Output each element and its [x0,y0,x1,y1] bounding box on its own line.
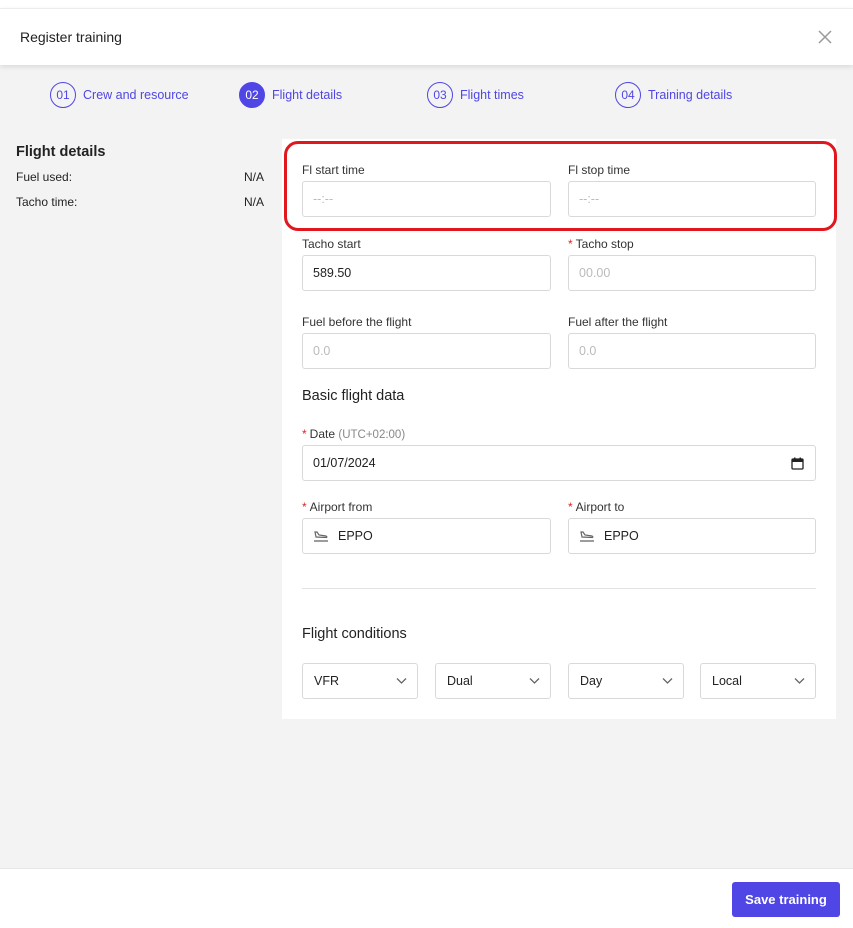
calendar-icon[interactable] [791,457,804,470]
top-strip [0,0,853,8]
step-flight-times[interactable]: 03 Flight times [427,82,524,108]
airport-to-input[interactable]: EPPO [568,518,816,554]
pilot-role-select-value: Dual [447,674,473,688]
flight-conditions-title: Flight conditions [302,626,407,642]
fuel-after-placeholder: 0.0 [579,344,597,358]
fl-start-time-input[interactable]: --:-- [302,181,551,217]
stepper: 01 Crew and resource 02 Flight details 0… [0,80,853,110]
step-number: 02 [239,82,265,108]
step-flight-details[interactable]: 02 Flight details [239,82,342,108]
step-label: Training details [648,88,733,102]
tacho-stop-placeholder: 00.00 [579,266,611,280]
date-label-text: Date [309,427,336,441]
flight-type-select-value: Local [712,674,742,688]
date-value: 01/07/2024 [313,456,376,470]
step-label: Flight times [460,88,524,102]
tacho-start-value: 589.50 [313,266,352,280]
fl-start-placeholder: --:-- [313,192,334,206]
modal-title: Register training [20,29,122,45]
airport-from-label: * Airport from [302,500,372,514]
airport-from-label-text: Airport from [309,500,373,514]
divider [302,588,816,589]
modal-header: Register training [0,8,853,65]
summary-label: Tacho time: [16,195,78,209]
airplane-icon [314,531,328,542]
step-number: 04 [615,82,641,108]
tacho-stop-input[interactable]: 00.00 [568,255,816,291]
save-training-button[interactable]: Save training [732,882,840,917]
summary-row-fuel-used: Fuel used: N/A [16,170,264,184]
step-number: 01 [50,82,76,108]
basic-flight-data-title: Basic flight data [302,388,405,404]
airport-from-value: EPPO [338,529,373,543]
fuel-before-placeholder: 0.0 [313,344,331,358]
flight-details-summary: Flight details Fuel used: N/A Tacho time… [16,144,264,220]
fuel-after-label: Fuel after the flight [568,315,668,329]
chevron-down-icon [794,678,805,684]
summary-title: Flight details [16,144,106,160]
chevron-down-icon [529,678,540,684]
pilot-role-select[interactable]: Dual [435,663,551,699]
chevron-down-icon [396,678,407,684]
date-label: * Date (UTC+02:00) [302,427,405,441]
fl-stop-placeholder: --:-- [579,192,600,206]
step-label: Crew and resource [83,88,189,102]
fuel-before-label: Fuel before the flight [302,315,412,329]
step-label: Flight details [272,88,343,102]
tacho-start-input[interactable]: 589.50 [302,255,551,291]
tacho-stop-label-text: Tacho stop [575,237,634,251]
airplane-icon [580,531,594,542]
airport-to-label-text: Airport to [575,500,625,514]
time-of-day-select[interactable]: Day [568,663,684,699]
fl-start-label: Fl start time [302,163,365,177]
summary-row-tacho-time: Tacho time: N/A [16,195,264,209]
required-marker: * [302,427,307,441]
date-input[interactable]: 01/07/2024 [302,445,816,481]
airport-from-input[interactable]: EPPO [302,518,551,554]
step-number: 03 [427,82,453,108]
tacho-start-label: Tacho start [302,237,361,251]
chevron-down-icon [662,678,673,684]
time-of-day-select-value: Day [580,674,603,688]
required-marker: * [568,237,573,251]
date-timezone: (UTC+02:00) [338,429,406,441]
fuel-after-input[interactable]: 0.0 [568,333,816,369]
required-marker: * [568,500,573,514]
rules-select[interactable]: VFR [302,663,418,699]
flight-type-select[interactable]: Local [700,663,816,699]
summary-value: N/A [243,195,264,209]
summary-label: Fuel used: [16,170,73,184]
summary-value: N/A [243,170,264,184]
fl-stop-time-input[interactable]: --:-- [568,181,816,217]
step-training-details[interactable]: 04 Training details [615,82,732,108]
form-card: Fl start time --:-- Fl stop time --:-- T… [282,139,836,719]
fl-stop-label: Fl stop time [568,163,631,177]
airport-to-label: * Airport to [568,500,624,514]
modal-footer: Save training [0,868,853,928]
fuel-before-input[interactable]: 0.0 [302,333,551,369]
tacho-stop-label: * Tacho stop [568,237,634,251]
rules-select-value: VFR [314,674,339,688]
step-crew-and-resource[interactable]: 01 Crew and resource [50,82,189,108]
airport-to-value: EPPO [604,529,639,543]
close-icon[interactable] [816,28,834,46]
required-marker: * [302,500,307,514]
